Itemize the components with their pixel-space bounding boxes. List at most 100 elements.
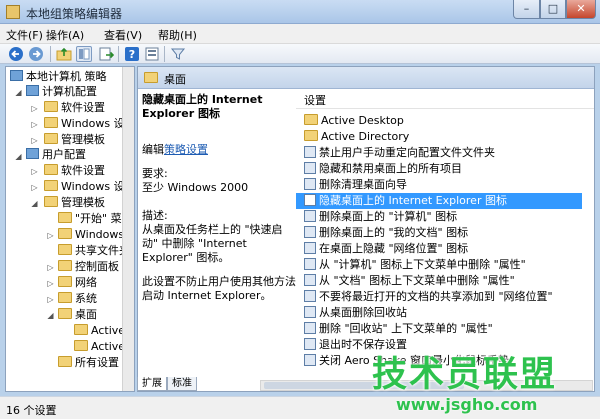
settings-row[interactable]: 删除桌面上的 "我的文档" 图标	[296, 225, 582, 241]
expand-icon[interactable]: ▷	[30, 168, 39, 177]
expand-icon[interactable]: ▷	[30, 105, 39, 114]
tree-pane: 本地计算机 策略 ◢ 计算机配置 ▷ 软件设置 ▷ Windows 设置 ▷ 管…	[5, 66, 135, 392]
settings-row[interactable]: 隐藏桌面上的 Internet Explorer 图标	[296, 193, 582, 209]
folder-icon	[44, 164, 58, 175]
settings-row[interactable]: 删除清理桌面向导	[296, 177, 582, 193]
folder-icon	[304, 130, 318, 141]
filter-icon[interactable]	[170, 46, 186, 62]
tree-root[interactable]: 本地计算机 策略	[10, 69, 107, 85]
collapse-icon[interactable]: ◢	[14, 153, 23, 162]
folder-icon	[58, 228, 72, 239]
settings-row-label: 删除桌面上的 "计算机" 图标	[319, 210, 458, 223]
view-tabs: 扩展 标准	[137, 377, 257, 391]
folder-icon	[74, 340, 88, 351]
tree-scrollbar[interactable]	[122, 67, 134, 391]
forward-arrow-icon[interactable]	[28, 46, 44, 62]
settings-row[interactable]: 从桌面删除回收站	[296, 305, 582, 321]
watermark-url: www.jsgho.com	[396, 395, 538, 414]
show-hide-tree-icon[interactable]	[76, 46, 92, 62]
up-folder-icon[interactable]	[56, 46, 72, 62]
maximize-button[interactable]: □	[540, 0, 566, 19]
menu-file[interactable]: 文件(F)	[6, 27, 43, 43]
settings-row[interactable]: Active Desktop	[296, 113, 582, 129]
collapse-icon[interactable]: ◢	[46, 312, 55, 321]
menu-view[interactable]: 查看(V)	[104, 27, 142, 43]
tree-network[interactable]: 网络	[58, 275, 97, 291]
settings-row[interactable]: 隐藏和禁用桌面上的所有项目	[296, 161, 582, 177]
description-panel: 隐藏桌面上的 Internet Explorer 图标 编辑策略设置 要求: 至…	[142, 93, 297, 313]
computer-icon	[26, 85, 39, 96]
settings-row-label: 隐藏和禁用桌面上的所有项目	[319, 162, 462, 175]
column-header-setting[interactable]: 设置	[304, 92, 326, 108]
settings-row[interactable]: 从 "文档" 图标上下文菜单中删除 "属性"	[296, 273, 582, 289]
help-icon[interactable]: ?	[124, 46, 140, 62]
toolbar: ?	[0, 44, 600, 64]
policy-icon	[304, 274, 316, 286]
close-button[interactable]: ✕	[566, 0, 596, 19]
tree-uc-software[interactable]: 软件设置	[44, 163, 105, 179]
collapse-icon[interactable]: ◢	[14, 89, 23, 98]
details-pane: 桌面 隐藏桌面上的 Internet Explorer 图标 编辑策略设置 要求…	[137, 66, 595, 392]
expand-icon[interactable]: ▷	[46, 280, 55, 289]
edit-policy-link[interactable]: 策略设置	[164, 143, 208, 156]
policy-icon	[304, 290, 316, 302]
policy-icon	[304, 338, 316, 350]
pane-header: 桌面	[138, 67, 594, 89]
policy-icon	[304, 322, 316, 334]
tree-uc-admin[interactable]: 管理模板	[44, 195, 105, 211]
policy-icon	[304, 178, 316, 190]
folder-icon	[44, 117, 58, 128]
tree-desktop[interactable]: 桌面	[58, 307, 97, 323]
expand-icon[interactable]: ▷	[46, 296, 55, 305]
close-icon: ✕	[576, 2, 586, 15]
tree-cc-admin[interactable]: 管理模板	[44, 132, 105, 148]
tab-standard[interactable]: 标准	[167, 377, 197, 391]
settings-row[interactable]: 在桌面上隐藏 "网络位置" 图标	[296, 241, 582, 257]
settings-row[interactable]: 从 "计算机" 图标上下文菜单中删除 "属性"	[296, 257, 582, 273]
tree-system[interactable]: 系统	[58, 291, 97, 307]
folder-icon	[74, 324, 88, 335]
settings-row-label: 从 "计算机" 图标上下文菜单中删除 "属性"	[319, 258, 526, 271]
policy-icon	[304, 242, 316, 254]
settings-row[interactable]: 禁止用户手动重定向配置文件文件夹	[296, 145, 582, 161]
back-arrow-icon[interactable]	[8, 46, 24, 62]
expand-icon[interactable]: ▷	[30, 184, 39, 193]
folder-icon	[304, 114, 318, 125]
toolbar-separator	[164, 46, 165, 62]
tree-all-settings[interactable]: 所有设置	[58, 355, 119, 371]
expand-icon[interactable]: ▷	[30, 137, 39, 146]
folder-icon	[44, 101, 58, 112]
policy-icon	[304, 146, 316, 158]
tab-extended[interactable]: 扩展	[137, 377, 167, 391]
settings-row[interactable]: 删除 "回收站" 上下文菜单的 "属性"	[296, 321, 582, 337]
folder-icon	[58, 292, 72, 303]
settings-row[interactable]: 删除桌面上的 "计算机" 图标	[296, 209, 582, 225]
tree-user-config[interactable]: 用户配置	[26, 147, 86, 163]
settings-row[interactable]: 不要将最近打开的文档的共享添加到 "网络位置"	[296, 289, 582, 305]
settings-row-label: 在桌面上隐藏 "网络位置" 图标	[319, 242, 469, 255]
minimize-button[interactable]: –	[513, 0, 540, 19]
expand-icon[interactable]: ▷	[30, 121, 39, 130]
folder-icon	[58, 212, 72, 223]
folder-icon	[58, 276, 72, 287]
menu-action[interactable]: 操作(A)	[46, 27, 84, 43]
tree-cc-software[interactable]: 软件设置	[44, 100, 105, 116]
tree-shared-folders[interactable]: 共享文件夹	[58, 243, 130, 259]
folder-icon	[44, 133, 58, 144]
expand-icon[interactable]: ▷	[46, 264, 55, 273]
folder-icon	[144, 72, 158, 83]
collapse-icon[interactable]: ◢	[30, 200, 39, 209]
folder-icon	[58, 244, 72, 255]
settings-row-label: 禁止用户手动重定向配置文件文件夹	[319, 146, 495, 159]
settings-row[interactable]: Active Directory	[296, 129, 582, 145]
settings-row-label: 隐藏桌面上的 Internet Explorer 图标	[319, 194, 507, 207]
expand-icon[interactable]: ▷	[46, 232, 55, 241]
tree-computer-config[interactable]: 计算机配置	[26, 84, 97, 100]
menu-help[interactable]: 帮助(H)	[158, 27, 197, 43]
export-list-icon[interactable]	[98, 46, 115, 62]
policy-icon	[304, 354, 316, 366]
tree-control-panel[interactable]: 控制面板	[58, 259, 119, 275]
toolbar-separator	[118, 46, 119, 62]
properties-icon[interactable]	[144, 46, 160, 62]
description-label: 描述:	[142, 209, 168, 222]
